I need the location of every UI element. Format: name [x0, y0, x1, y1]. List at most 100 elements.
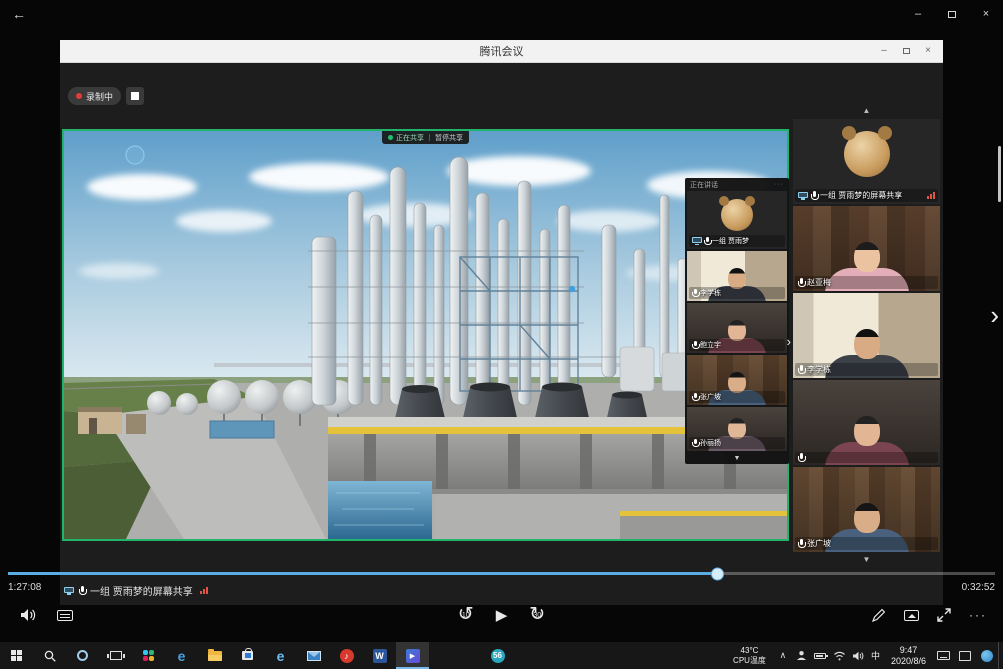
- participant-tile[interactable]: 赵亚梅: [793, 206, 940, 291]
- speaking-tile[interactable]: 鲍立宇: [687, 303, 787, 353]
- meeting-window-controls: – ×: [873, 40, 939, 62]
- drag-handle-icon[interactable]: ···: [774, 181, 784, 188]
- taskbar-app-music[interactable]: ♪: [330, 642, 363, 669]
- screen-share-icon: [692, 237, 702, 245]
- meeting-restore-button[interactable]: [895, 48, 917, 54]
- remaining-time: 0:32:52: [962, 582, 995, 593]
- participant-label: [795, 452, 938, 463]
- cpu-temp-label: CPU温度: [733, 656, 766, 665]
- mic-icon: [692, 289, 698, 298]
- store-bag-icon: [242, 651, 253, 660]
- tray-people-button[interactable]: [796, 650, 807, 661]
- seek-bar[interactable]: [8, 572, 995, 575]
- mic-icon: [692, 439, 698, 448]
- recording-dot-icon: [76, 93, 82, 99]
- taskbar-app-mail[interactable]: [297, 642, 330, 669]
- share-status-text: 一组 贾雨梦的屏幕共享: [90, 583, 193, 598]
- scroll-up-button[interactable]: ▲: [793, 105, 940, 117]
- taskbar: e e ♪ W ▶ 56 43°C CPU温度 ∧ 中: [0, 642, 1003, 669]
- speaker-icon: [852, 651, 864, 661]
- back-button[interactable]: ←: [12, 0, 26, 28]
- task-view-button[interactable]: [99, 642, 132, 669]
- notification-center-icon[interactable]: [959, 651, 971, 661]
- seek-handle[interactable]: [711, 567, 724, 580]
- network-signal-icon: [927, 192, 935, 199]
- volume-button[interactable]: [20, 608, 37, 622]
- save-frame-button[interactable]: [904, 610, 919, 621]
- taskbar-app-file-explorer[interactable]: [198, 642, 231, 669]
- edit-button[interactable]: [872, 608, 886, 622]
- participant-name: 李学栋: [700, 288, 721, 298]
- avatar: [721, 199, 753, 231]
- taskbar-clock[interactable]: 9:47 2020/8/6: [884, 645, 933, 667]
- meeting-title: 腾讯会议: [480, 43, 524, 59]
- taskbar-app-slack[interactable]: [132, 642, 165, 669]
- taskbar-app-movies-tv-active[interactable]: ▶: [396, 642, 429, 669]
- taskbar-app-word[interactable]: W: [363, 642, 396, 669]
- taskbar-app-edge[interactable]: e: [165, 642, 198, 669]
- participant-tile[interactable]: 张广坡: [793, 467, 940, 552]
- speaking-tile[interactable]: 张广坡: [687, 355, 787, 405]
- participant-label: 张广坡: [795, 537, 938, 550]
- taskbar-app-store[interactable]: [231, 642, 264, 669]
- touch-keyboard-icon[interactable]: [937, 651, 950, 660]
- mic-icon: [811, 191, 817, 200]
- meeting-close-button[interactable]: ×: [917, 40, 939, 62]
- cortana-icon: [77, 650, 88, 661]
- cortana-button[interactable]: [66, 642, 99, 669]
- panel-expand-chevron-icon[interactable]: ›: [787, 335, 791, 348]
- show-desktop-button[interactable]: [998, 642, 1003, 669]
- tray-volume-button[interactable]: [852, 651, 864, 661]
- meeting-body: 录制中: [60, 63, 943, 604]
- speaking-tile[interactable]: 孙丽扬: [687, 407, 787, 451]
- task-view-icon: [110, 651, 122, 660]
- stop-recording-button[interactable]: [126, 87, 144, 105]
- subtitles-button[interactable]: [57, 610, 73, 621]
- minimize-button[interactable]: –: [901, 0, 935, 28]
- fullscreen-icon: [937, 608, 951, 622]
- speaking-tile[interactable]: 李学栋: [687, 251, 787, 301]
- play-button[interactable]: ▶: [496, 606, 508, 624]
- participant-name: 赵亚梅: [807, 277, 831, 288]
- clock-date: 2020/8/6: [891, 656, 926, 667]
- pause-share-button[interactable]: 暂停共享: [435, 133, 463, 143]
- mic-icon: [79, 586, 85, 595]
- player-window-controls: – ×: [901, 0, 1003, 28]
- participant-tile[interactable]: 李学栋: [793, 293, 940, 378]
- rewind-10-button[interactable]: ↺ 10: [454, 603, 478, 627]
- cpu-temp-widget[interactable]: 43°C CPU温度: [726, 646, 773, 664]
- participant-tile[interactable]: [793, 380, 940, 465]
- speaking-tile[interactable]: 一组 贾雨梦: [687, 191, 787, 249]
- start-button[interactable]: [0, 642, 33, 669]
- speaking-panel[interactable]: 正在讲话 ··· 一组 贾雨梦 李学栋: [685, 178, 789, 464]
- close-button[interactable]: ×: [969, 0, 1003, 28]
- mic-icon: [798, 365, 804, 374]
- participant-tile[interactable]: 一组 贾雨梦的屏幕共享: [793, 119, 940, 204]
- tray-network-button[interactable]: [833, 651, 846, 661]
- screen-share-icon: [64, 587, 74, 595]
- meeting-minimize-button[interactable]: –: [873, 40, 895, 62]
- sharing-status-text: 正在共享: [396, 133, 424, 143]
- mic-icon: [798, 453, 804, 462]
- forward-30-button[interactable]: ↻ 30: [525, 603, 549, 627]
- tray-app-icon[interactable]: [981, 650, 993, 662]
- input-method-indicator[interactable]: 中: [867, 649, 884, 662]
- next-chevron-icon[interactable]: ›: [990, 300, 999, 331]
- taskbar-search-button[interactable]: [33, 642, 66, 669]
- hidden-icons-chevron[interactable]: ∧: [773, 650, 793, 661]
- search-icon: [44, 650, 56, 662]
- taskbar-app-ie[interactable]: e: [264, 642, 297, 669]
- scrollbar-thumb[interactable]: [998, 146, 1001, 202]
- taskbar-app-messenger[interactable]: 56: [481, 642, 514, 669]
- restore-button[interactable]: [935, 0, 969, 28]
- more-options-button[interactable]: ···: [969, 608, 987, 622]
- scroll-down-button[interactable]: ▼: [793, 554, 940, 566]
- share-status-caption: 一组 贾雨梦的屏幕共享: [64, 583, 208, 598]
- fullscreen-button[interactable]: [937, 608, 951, 622]
- battery-icon[interactable]: [814, 653, 826, 659]
- meeting-titlebar: 腾讯会议 – ×: [60, 40, 943, 63]
- stop-icon: [131, 92, 139, 100]
- collapse-panel-button[interactable]: ▼: [687, 453, 787, 464]
- speaking-panel-header[interactable]: 正在讲话 ···: [687, 178, 787, 191]
- screen-share-icon: [798, 192, 808, 200]
